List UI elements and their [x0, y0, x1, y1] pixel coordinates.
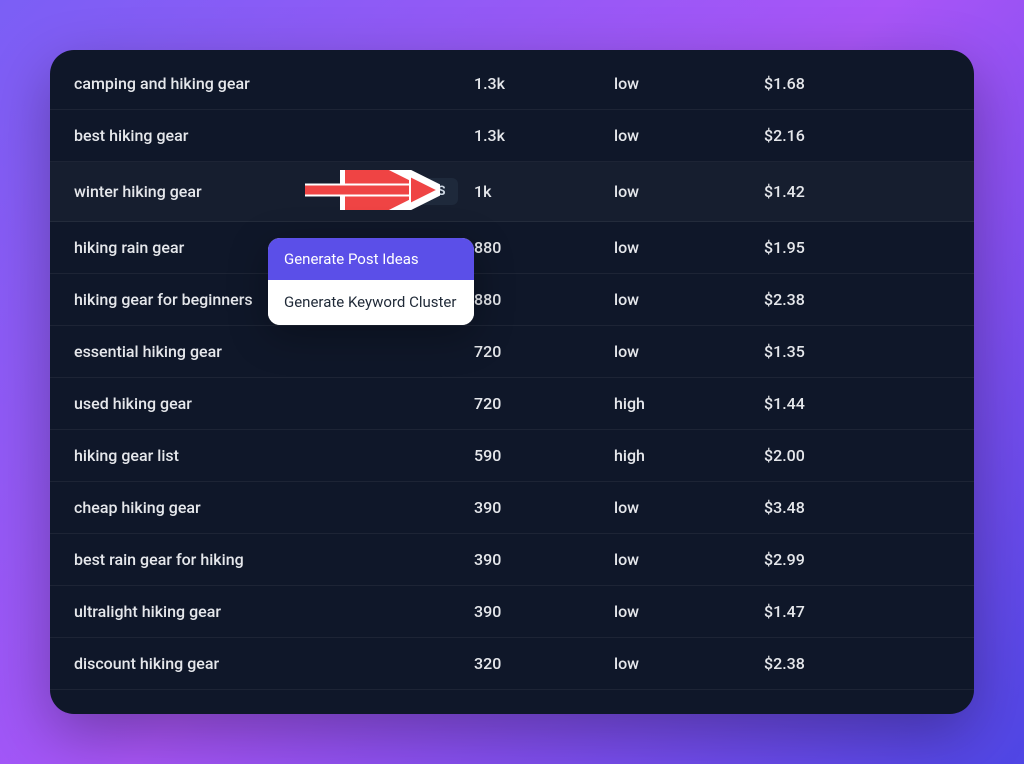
keyword-cell: cheap hiking gear — [74, 498, 474, 517]
volume-cell: 880 — [474, 238, 614, 257]
table-row[interactable]: best rain gear for hiking 390low$2.99 — [50, 534, 974, 586]
keyword-table: camping and hiking gear1.3klow$1.68best … — [50, 58, 974, 690]
table-row[interactable]: winter hiking gearTOOLS1klow$1.42 — [50, 162, 974, 222]
keyword-text: camping and hiking gear — [74, 74, 250, 93]
keyword-table-container: camping and hiking gear1.3klow$1.68best … — [50, 50, 974, 714]
keyword-cell: ultralight hiking gear — [74, 602, 474, 621]
dropdown-item[interactable]: Generate Post Ideas — [268, 238, 474, 280]
volume-cell: 1.3k — [474, 126, 614, 145]
table-row[interactable]: best hiking gear 1.3klow$2.16 — [50, 110, 974, 162]
cpc-cell: $3.48 — [764, 498, 950, 517]
competition-cell: low — [614, 182, 764, 201]
volume-cell: 880 — [474, 290, 614, 309]
table-row[interactable]: discount hiking gear 320low$2.38 — [50, 638, 974, 690]
keyword-cell: hiking gear list — [74, 446, 474, 465]
keyword-text: hiking gear list — [74, 446, 179, 465]
volume-cell: 390 — [474, 602, 614, 621]
keyword-text: cheap hiking gear — [74, 498, 201, 517]
cpc-cell: $1.44 — [764, 394, 950, 413]
volume-cell: 720 — [474, 342, 614, 361]
cpc-cell: $1.35 — [764, 342, 950, 361]
competition-cell: low — [614, 342, 764, 361]
keyword-text: ultralight hiking gear — [74, 602, 221, 621]
keyword-text: hiking rain gear — [74, 238, 184, 257]
cpc-cell: $2.16 — [764, 126, 950, 145]
competition-cell: low — [614, 654, 764, 673]
volume-cell: 320 — [474, 654, 614, 673]
cpc-cell: $1.42 — [764, 182, 950, 201]
competition-cell: low — [614, 602, 764, 621]
cpc-cell: $2.38 — [764, 654, 950, 673]
volume-cell: 390 — [474, 498, 614, 517]
competition-cell: high — [614, 394, 764, 413]
table-row[interactable]: used hiking gear 720high$1.44 — [50, 378, 974, 430]
cpc-cell: $2.99 — [764, 550, 950, 569]
keyword-cell: essential hiking gear — [74, 342, 474, 361]
cpc-cell: $1.47 — [764, 602, 950, 621]
keyword-text: best hiking gear — [74, 126, 188, 145]
volume-cell: 390 — [474, 550, 614, 569]
volume-cell: 720 — [474, 394, 614, 413]
competition-cell: low — [614, 550, 764, 569]
cpc-cell: $1.95 — [764, 238, 950, 257]
keyword-cell: best hiking gear — [74, 126, 474, 145]
competition-cell: low — [614, 238, 764, 257]
keyword-text: winter hiking gear — [74, 182, 202, 201]
keyword-cell: discount hiking gear — [74, 654, 474, 673]
competition-cell: high — [614, 446, 764, 465]
competition-cell: low — [614, 126, 764, 145]
volume-cell: 1.3k — [474, 74, 614, 93]
competition-cell: low — [614, 498, 764, 517]
dropdown-item[interactable]: Generate Keyword Cluster — [268, 280, 474, 325]
cpc-cell: $1.68 — [764, 74, 950, 93]
table-row[interactable]: camping and hiking gear 1.3klow$1.68 — [50, 58, 974, 110]
table-row[interactable]: essential hiking gear 720low$1.35 — [50, 326, 974, 378]
cpc-cell: $2.38 — [764, 290, 950, 309]
keyword-cell: used hiking gear — [74, 394, 474, 413]
competition-cell: low — [614, 290, 764, 309]
table-row[interactable]: ultralight hiking gear 390low$1.47 — [50, 586, 974, 638]
table-row[interactable]: cheap hiking gear 390low$3.48 — [50, 482, 974, 534]
table-row[interactable]: hiking gear for beginners 880low$2.38 — [50, 274, 974, 326]
keyword-text: hiking gear for beginners — [74, 290, 253, 309]
keyword-text: essential hiking gear — [74, 342, 222, 361]
pointer-arrow-icon — [300, 170, 440, 214]
table-row[interactable]: hiking gear list 590high$2.00 — [50, 430, 974, 482]
volume-cell: 590 — [474, 446, 614, 465]
table-row[interactable]: hiking rain gear 880low$1.95 — [50, 222, 974, 274]
keyword-text: discount hiking gear — [74, 654, 219, 673]
volume-cell: 1k — [474, 182, 614, 201]
cpc-cell: $2.00 — [764, 446, 950, 465]
keyword-text: used hiking gear — [74, 394, 192, 413]
keyword-text: best rain gear for hiking — [74, 550, 244, 569]
competition-cell: low — [614, 74, 764, 93]
keyword-cell: best rain gear for hiking — [74, 550, 474, 569]
keyword-cell: camping and hiking gear — [74, 74, 474, 93]
tools-dropdown-menu: Generate Post IdeasGenerate Keyword Clus… — [268, 238, 474, 325]
